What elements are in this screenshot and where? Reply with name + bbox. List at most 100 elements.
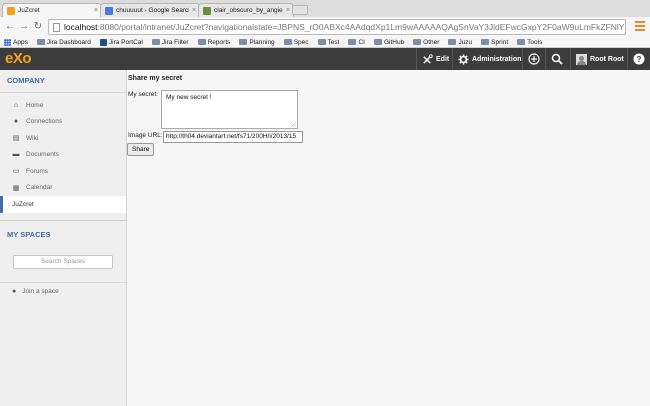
- browser-tab-google[interactable]: chuuuuut - Google Search ×: [100, 3, 200, 17]
- bookmark-item[interactable]: Test: [317, 39, 339, 46]
- reload-icon[interactable]: ↻: [32, 21, 44, 33]
- image-url-input[interactable]: http://th04.deviantart.net/fs71/200H/i/2…: [163, 131, 303, 143]
- secret-textarea[interactable]: My new secret !: [161, 90, 298, 129]
- folder-icon: [373, 39, 382, 45]
- bookmark-item[interactable]: GitHub: [373, 39, 404, 46]
- folder-icon: [317, 39, 326, 45]
- sidebar-item-juzcret[interactable]: JuZcret: [0, 196, 126, 213]
- image-url-label: Image URL:: [128, 132, 163, 139]
- bookmark-item[interactable]: Spec: [283, 38, 309, 46]
- bookmark-label: Planning: [249, 38, 275, 46]
- bookmark-item[interactable]: Apps: [4, 38, 28, 46]
- tools-icon: [423, 53, 433, 64]
- sidebar-item-wiki[interactable]: ▤ Wiki: [0, 130, 126, 147]
- tab-title: clair_obscuro_by_angiecal: [214, 7, 283, 14]
- wiki-icon: ▤: [12, 135, 20, 143]
- folder-icon: [151, 39, 160, 45]
- search-button[interactable]: [551, 48, 563, 70]
- join-space-label: Join a space: [22, 288, 59, 295]
- browser-menu-icon[interactable]: [635, 21, 645, 31]
- folder-icon: [36, 39, 45, 45]
- sidebar-item-label: Home: [26, 101, 44, 109]
- folder-icon: [239, 39, 248, 45]
- bookmark-item[interactable]: Planning: [239, 38, 275, 46]
- administration-button[interactable]: Administration: [458, 48, 521, 70]
- bookmark-item[interactable]: Sprint: [481, 39, 508, 46]
- sidebar-item-label: Connections: [26, 118, 63, 126]
- main-content: Share my secret My secret: My new secret…: [127, 70, 650, 406]
- bookmark-label: Tools: [527, 38, 543, 46]
- plus-circle-icon: [528, 53, 540, 65]
- page-icon: [53, 22, 60, 32]
- browser-tab-bar: JuZcret × chuuuuut - Google Search × cla…: [0, 0, 650, 17]
- company-nav: ⌂ Home ● Connections ▤ Wiki ▬ Documents …: [0, 93, 126, 213]
- tab-title: chuuuuut - Google Search: [116, 7, 189, 14]
- sidebar-item-connections[interactable]: ● Connections: [0, 114, 126, 131]
- bookmark-label: Jira Dashboard: [46, 38, 91, 46]
- folder-icon: [283, 39, 292, 45]
- topbar-separator: [452, 48, 453, 70]
- forward-arrow-icon[interactable]: →: [18, 21, 30, 33]
- bookmark-item[interactable]: Reports: [197, 38, 231, 46]
- help-button[interactable]: ?: [633, 48, 645, 70]
- bookmark-item[interactable]: CI: [348, 39, 365, 46]
- sidebar-item-label: Documents: [26, 151, 59, 159]
- bookmark-item[interactable]: Jira Dashboard: [36, 38, 91, 46]
- bookmark-label: Other: [423, 38, 440, 46]
- edit-button[interactable]: Edit: [422, 48, 449, 70]
- bookmark-item[interactable]: Other: [413, 39, 439, 46]
- home-icon: ⌂: [13, 101, 19, 109]
- browser-tab-juzcret[interactable]: JuZcret ×: [2, 3, 102, 17]
- folder-icon: [197, 39, 206, 45]
- url-input[interactable]: localhost:8080/portal/intranet/JuZcret?n…: [48, 19, 626, 35]
- browser-tab-image[interactable]: clair_obscuro_by_angiecal ×: [198, 3, 294, 17]
- exo-favicon-icon: [7, 6, 15, 15]
- bookmark-label: Spec: [293, 38, 309, 46]
- exo-topbar: eXo Edit Administration Root Root ?: [0, 48, 650, 70]
- back-arrow-icon[interactable]: ←: [4, 21, 16, 33]
- bookmark-item[interactable]: Juzu: [448, 39, 472, 46]
- secret-label: My secret:: [128, 91, 158, 98]
- svg-text:?: ?: [637, 55, 642, 64]
- sidebar-item-label: Forums: [26, 167, 49, 175]
- topbar-separator: [416, 48, 417, 70]
- sidebar-item-label: Wiki: [26, 134, 39, 142]
- avatar: [576, 53, 587, 65]
- image-favicon-icon: [203, 6, 211, 15]
- folder-icon: [448, 39, 457, 45]
- bookmark-item[interactable]: Tools: [517, 39, 542, 46]
- bookmark-label: Jira PortCal: [108, 38, 143, 46]
- left-sidebar: COMPANY ⌂ Home ● Connections ▤ Wiki ▬ Do…: [0, 70, 127, 406]
- bookmark-item[interactable]: Jira PortCal: [99, 38, 143, 46]
- sidebar-item-home[interactable]: ⌂ Home: [0, 97, 126, 114]
- administration-label: Administration: [472, 55, 522, 63]
- exo-logo[interactable]: eXo: [5, 50, 32, 67]
- add-button[interactable]: [528, 48, 540, 70]
- bookmark-label: Juzu: [458, 38, 473, 46]
- sidebar-item-documents[interactable]: ▬ Documents: [0, 147, 126, 164]
- sidebar-item-label: JuZcret: [12, 200, 34, 208]
- sidebar-item-calendar[interactable]: ▦ Calendar: [0, 180, 126, 197]
- user-icon: ●: [13, 118, 19, 126]
- search-spaces-input[interactable]: Search Spaces: [13, 254, 113, 269]
- join-space-link[interactable]: ● Join a space: [0, 281, 126, 301]
- sidebar-item-forums[interactable]: ▭ Forums: [0, 163, 126, 180]
- topbar-separator: [627, 48, 628, 70]
- bookmark-label: Jira Filter: [161, 38, 189, 46]
- bookmark-label: Apps: [13, 38, 28, 46]
- new-tab-button[interactable]: [292, 5, 308, 15]
- search-icon: [551, 53, 563, 65]
- bookmark-item[interactable]: Jira Filter: [151, 38, 189, 46]
- resize-handle-icon[interactable]: [291, 122, 296, 127]
- secret-value: My new secret !: [166, 94, 212, 101]
- share-button[interactable]: Share: [127, 143, 155, 156]
- bookmark-label: CI: [358, 38, 365, 46]
- folder-icon: ▬: [12, 151, 20, 159]
- bookmark-label: Reports: [207, 38, 231, 46]
- bookmarks-bar: Apps Jira Dashboard Jira PortCal Jira Filte…: [0, 37, 650, 48]
- url-text: localhost:8080/portal/intranet/JuZcret?n…: [64, 22, 625, 32]
- folder-icon: [517, 39, 526, 45]
- folder-icon: [481, 39, 490, 45]
- calendar-icon: ▦: [12, 184, 20, 192]
- user-menu[interactable]: Root Root: [576, 48, 624, 70]
